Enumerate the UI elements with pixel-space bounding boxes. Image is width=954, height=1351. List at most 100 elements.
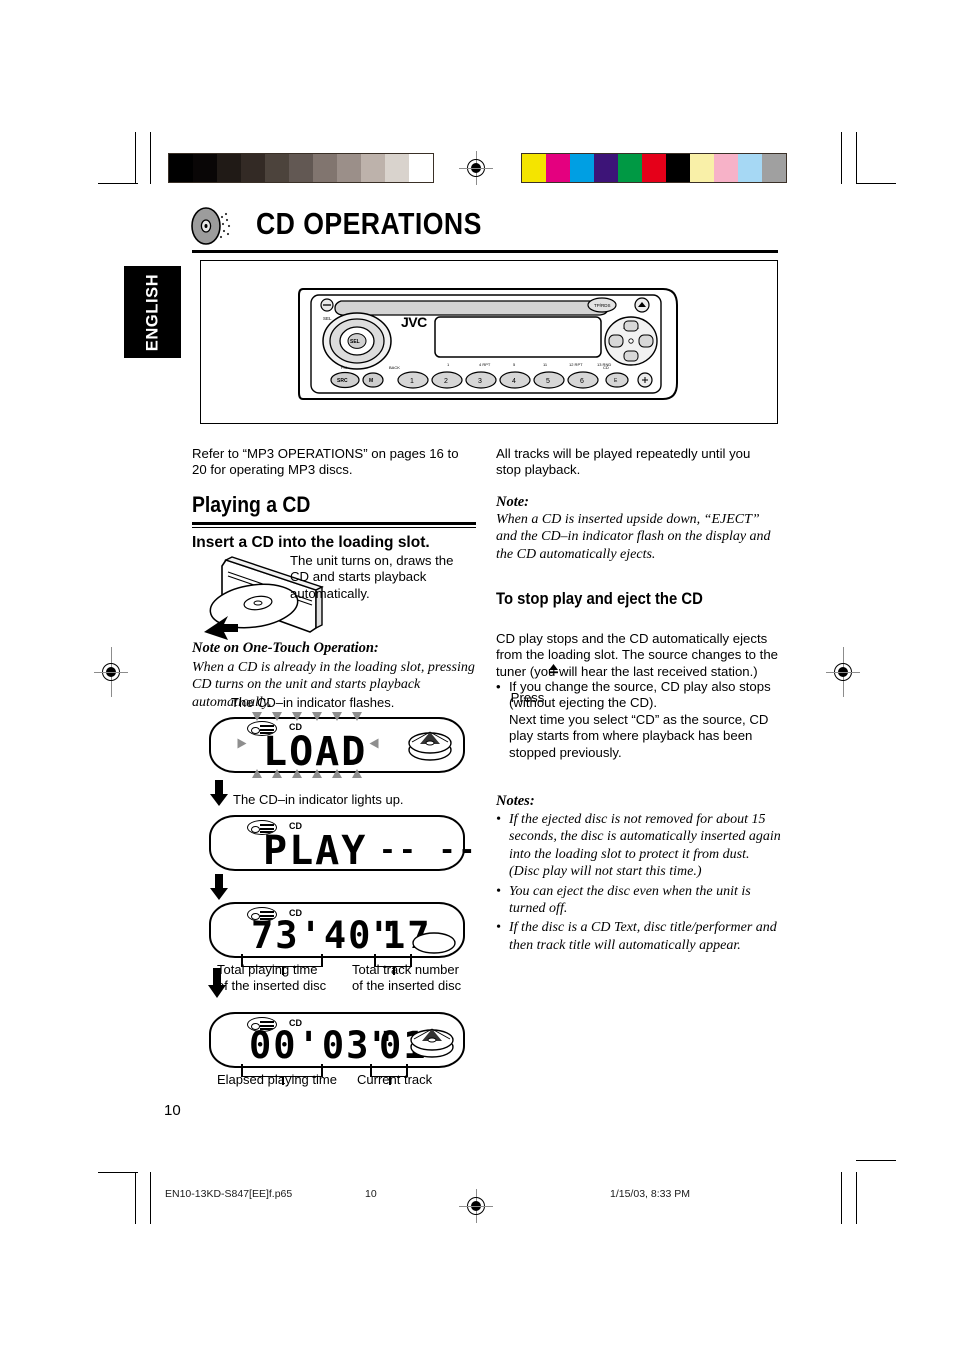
footer-page: 10 <box>365 1188 377 1200</box>
section-heading-playing-a-cd: Playing a CD <box>192 492 311 517</box>
grayscale-patch <box>217 154 241 182</box>
color-patch <box>594 154 618 182</box>
unit-illustration-box: SEL SEL JVC 14 RPT 5 11 12 RPT 13 RND TP… <box>200 260 778 424</box>
chapter-underline <box>192 250 778 253</box>
crop-mark-bottom-right-v1 <box>841 1172 843 1224</box>
step-heading-insert-cd: Insert a CD into the loading slot. <box>192 534 430 551</box>
svg-text:3: 3 <box>478 378 482 385</box>
grayscale-patch <box>241 154 265 182</box>
list-item-text: If the disc is a CD Text, disc title/per… <box>509 920 777 953</box>
stop-eject-bullets: • If you change the source, CD play also… <box>496 679 780 761</box>
list-item-text: You can eject the disc even when the uni… <box>509 883 751 917</box>
footer-timestamp: 1/15/03, 8:33 PM <box>610 1188 690 1200</box>
svg-text:4 RPT: 4 RPT <box>479 362 491 367</box>
crop-mark-top-left-v2 <box>150 132 152 184</box>
crop-mark-top-right-v1 <box>841 132 843 184</box>
svg-text:12 RPT: 12 RPT <box>569 362 583 367</box>
color-patch <box>714 154 738 182</box>
svg-text:FM: FM <box>341 365 347 370</box>
svg-text:5: 5 <box>546 378 550 385</box>
caption-cd-in-lights-up: The CD–in indicator lights up. <box>233 792 404 807</box>
disc-spinning-icon <box>409 1027 455 1061</box>
right-intro-text: All tracks will be played repeatedly unt… <box>496 446 755 478</box>
jvc-car-stereo-faceplate: SEL SEL JVC 14 RPT 5 11 12 RPT 13 RND TP… <box>297 283 683 405</box>
grayscale-calibration-bar <box>168 153 434 183</box>
grayscale-patch <box>193 154 217 182</box>
color-patch <box>762 154 786 182</box>
crop-mark-top-left-v1 <box>135 132 137 184</box>
grayscale-patch <box>361 154 385 182</box>
lcd-segment-text: PLAY <box>263 828 368 874</box>
crop-mark-bottom-left-v1 <box>135 1172 137 1224</box>
grayscale-patch <box>265 154 289 182</box>
page-title: CD OPERATIONS <box>256 206 482 241</box>
color-calibration-bar <box>521 153 787 183</box>
note-heading: Note: <box>496 494 530 510</box>
lcd-segment-text: 73'40" <box>251 914 397 957</box>
notes-heading: Notes: <box>496 793 535 809</box>
svg-text:4: 4 <box>512 378 516 385</box>
color-patch <box>618 154 642 182</box>
registration-mark-bottom <box>459 1189 493 1223</box>
crop-mark-top-left-h <box>98 183 138 185</box>
note-body: When a CD is inserted upside down, “EJEC… <box>496 512 775 562</box>
note-one-touch-heading: Note on One-Touch Operation: <box>192 640 379 656</box>
registration-mark-left <box>94 647 128 697</box>
page-number: 10 <box>164 1102 181 1119</box>
crop-mark-bottom-left-h <box>98 1172 138 1174</box>
crop-mark-top-right-v2 <box>856 132 858 184</box>
caption-current-track: Current track <box>357 1072 433 1087</box>
list-item-text: If you change the source, CD play also s… <box>509 679 771 760</box>
caption-total-playing-time: Total playing time of the inserted disc <box>217 962 327 993</box>
grayscale-patch <box>409 154 433 182</box>
grayscale-patch <box>169 154 193 182</box>
bullet-dot: • <box>496 679 501 694</box>
color-patch <box>522 154 546 182</box>
left-intro-text: Refer to “MP3 OPERATIONS” on pages 16 to… <box>192 446 463 478</box>
lcd-secondary-text: -- -- <box>379 833 479 866</box>
svg-text:1: 1 <box>410 378 414 385</box>
svg-text:BACK: BACK <box>389 365 400 370</box>
bullet-dot: • <box>496 883 501 899</box>
lcd-segment-text: 00'03" <box>249 1024 395 1067</box>
language-tab-label: ENGLISH <box>143 273 162 351</box>
crop-mark-bottom-left-v2 <box>150 1172 152 1224</box>
svg-text:SEL: SEL <box>323 316 332 321</box>
color-patch <box>570 154 594 182</box>
registration-mark-top <box>459 151 493 185</box>
svg-text:CD: CD <box>603 365 609 370</box>
svg-text:JVC: JVC <box>401 314 427 330</box>
cd-disc-icon <box>190 205 238 247</box>
grayscale-patch <box>289 154 313 182</box>
lcd-total: CD 73'40" 17 <box>209 902 465 958</box>
section-heading-stop-eject: To stop play and eject the CD <box>496 590 703 608</box>
crop-mark-bottom-right-v2 <box>856 1172 858 1224</box>
svg-text:M: M <box>369 378 373 384</box>
color-patch <box>738 154 762 182</box>
list-item: • If you change the source, CD play also… <box>496 679 780 761</box>
svg-text:SEL: SEL <box>350 339 360 345</box>
lcd-flash-indicator <box>209 712 465 778</box>
crop-mark-bottom-right-h <box>856 1160 896 1162</box>
svg-text:SRC: SRC <box>337 378 348 384</box>
svg-text:6: 6 <box>580 378 584 385</box>
list-item-text: If the ejected disc is not removed for a… <box>509 812 781 880</box>
grayscale-patch <box>313 154 337 182</box>
caption-cd-in-flashes: The CD–in indicator flashes. <box>231 695 395 710</box>
crop-mark-top-right-h <box>856 183 896 185</box>
grayscale-patch <box>337 154 361 182</box>
step-caption-text: The unit turns on, draws the CD and star… <box>290 553 458 601</box>
caption-elapsed-playing-time: Elapsed playing time <box>217 1072 337 1087</box>
list-item: • If the ejected disc is not removed for… <box>496 811 784 881</box>
language-tab-english: ENGLISH <box>124 266 181 358</box>
svg-text:2: 2 <box>444 378 448 385</box>
color-patch <box>666 154 690 182</box>
color-patch <box>642 154 666 182</box>
disc-icon <box>411 930 457 956</box>
grayscale-patch <box>385 154 409 182</box>
lcd-play: CD PLAY -- -- <box>209 815 475 874</box>
notes-list: • If the ejected disc is not removed for… <box>496 811 784 954</box>
bullet-dot: • <box>496 812 501 827</box>
color-patch <box>546 154 570 182</box>
list-item: • If the disc is a CD Text, disc title/p… <box>496 919 784 954</box>
